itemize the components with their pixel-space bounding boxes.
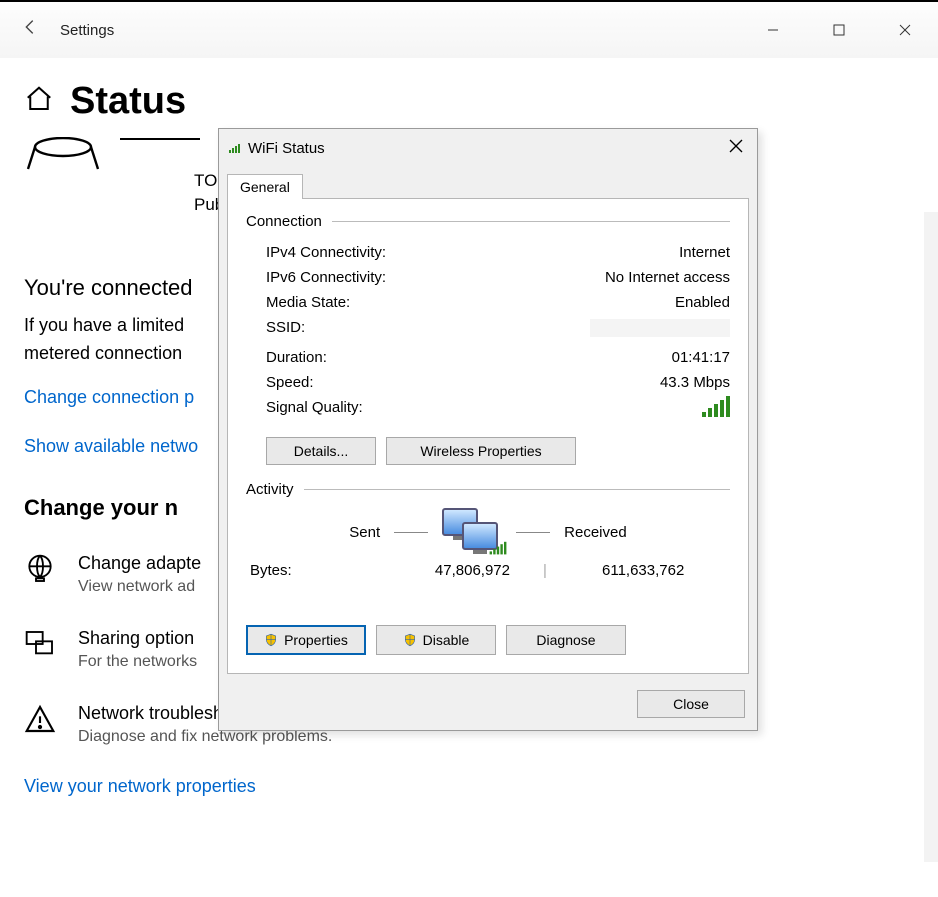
maximize-button[interactable] — [806, 2, 872, 58]
title-bar: Settings — [0, 2, 938, 58]
row-speed: Speed:43.3 Mbps — [246, 370, 730, 395]
close-button[interactable] — [872, 2, 938, 58]
wireless-properties-button[interactable]: Wireless Properties — [386, 437, 576, 465]
network-line — [120, 138, 200, 140]
row-media-state: Media State:Enabled — [246, 290, 730, 315]
row-ipv6: IPv6 Connectivity:No Internet access — [246, 265, 730, 290]
received-label: Received — [564, 524, 627, 541]
details-button[interactable]: Details... — [266, 437, 376, 465]
group-connection-label: Connection — [246, 213, 322, 230]
bytes-sent: 47,806,972 — [390, 562, 510, 579]
wifi-status-dialog: WiFi Status General Connection IPv4 Conn… — [218, 128, 758, 731]
properties-button[interactable]: Properties — [246, 625, 366, 655]
link-view-properties[interactable]: View your network properties — [24, 776, 914, 797]
disable-button[interactable]: Disable — [376, 625, 496, 655]
wifi-icon — [229, 144, 240, 153]
dialog-close-button[interactable] — [725, 135, 747, 162]
sent-label: Sent — [349, 524, 380, 541]
tab-general[interactable]: General — [227, 174, 303, 199]
option-title: Change adapte — [78, 553, 201, 574]
shield-icon — [264, 633, 278, 647]
option-title: Sharing option — [78, 628, 197, 649]
close-button[interactable]: Close — [637, 690, 745, 718]
shield-icon — [403, 633, 417, 647]
row-duration: Duration:01:41:17 — [246, 345, 730, 370]
computers-icon — [442, 508, 502, 556]
diagnose-button[interactable]: Diagnose — [506, 625, 626, 655]
back-button[interactable] — [0, 16, 60, 44]
row-ssid: SSID: — [246, 315, 730, 345]
option-sub: For the networks — [78, 653, 197, 671]
bytes-received: 611,633,762 — [580, 562, 730, 579]
globe-icon — [24, 553, 58, 590]
page-title: Status — [70, 80, 186, 123]
group-activity-label: Activity — [246, 481, 294, 498]
activity-diagram: Sent Received — [246, 508, 730, 556]
router-icon — [24, 137, 102, 171]
scrollbar[interactable] — [924, 212, 938, 862]
ssid-value-redacted — [590, 319, 730, 337]
warning-icon — [24, 703, 58, 740]
row-bytes: Bytes: 47,806,972 | 611,633,762 — [246, 562, 730, 579]
printers-icon — [24, 628, 58, 665]
minimize-button[interactable] — [740, 2, 806, 58]
signal-bars-icon — [702, 399, 730, 417]
row-signal-quality: Signal Quality: — [246, 395, 730, 425]
option-sub: View network ad — [78, 578, 201, 596]
row-ipv4: IPv4 Connectivity:Internet — [246, 240, 730, 265]
home-icon[interactable] — [24, 84, 54, 119]
dialog-title: WiFi Status — [248, 140, 325, 157]
app-title: Settings — [60, 22, 114, 39]
